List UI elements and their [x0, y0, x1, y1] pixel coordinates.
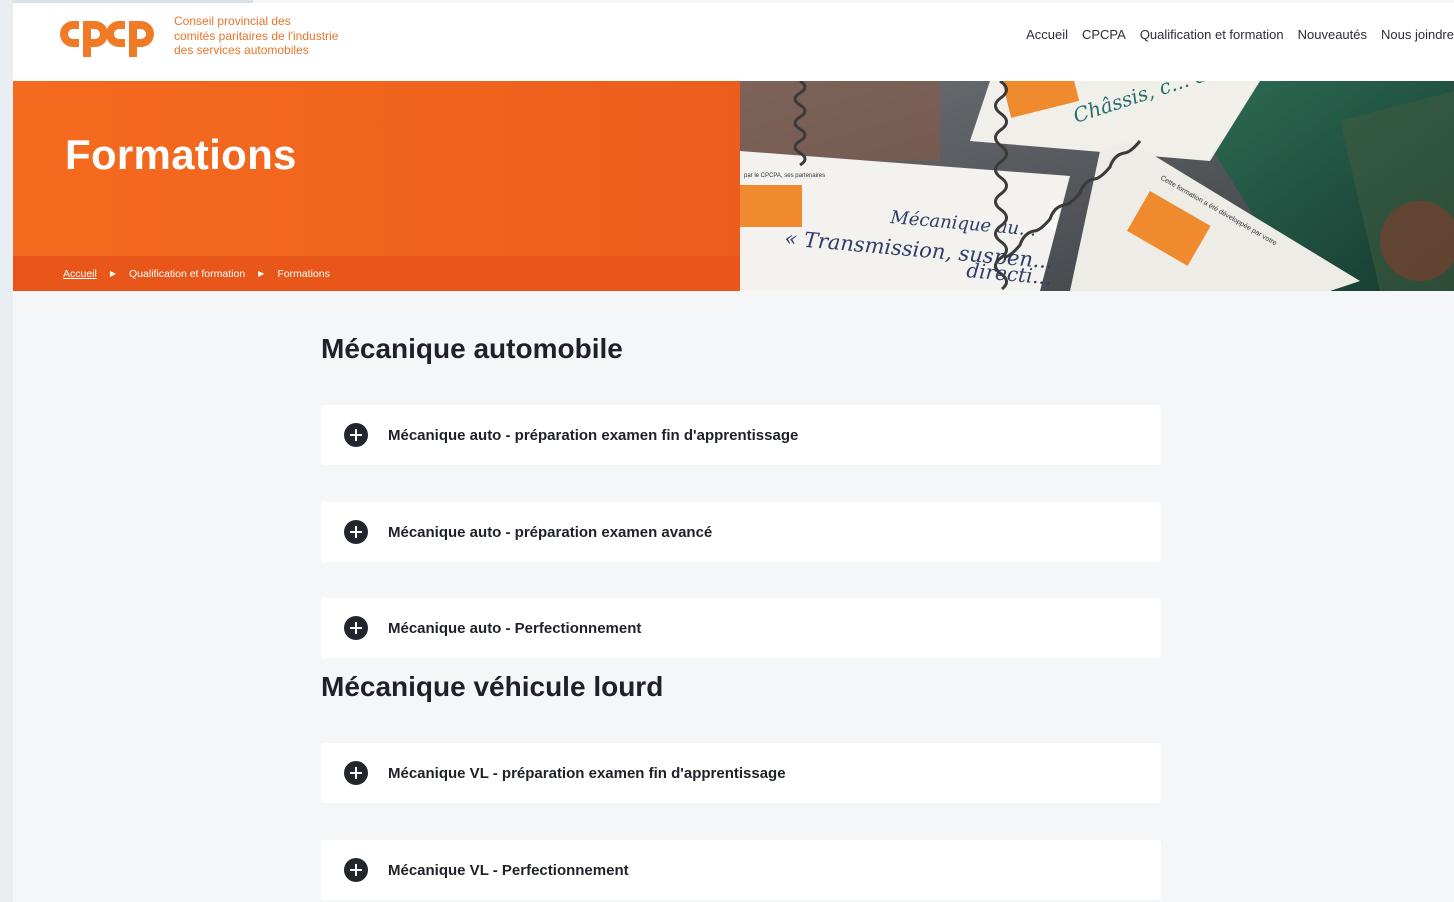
site-header: cpcpa Conseil provincial des comités par…	[13, 3, 1454, 81]
plus-circle-icon[interactable]	[344, 761, 368, 785]
nav-cpcpa[interactable]: CPCPA	[1082, 27, 1126, 42]
page-title: Formations	[65, 131, 297, 178]
org-name: Conseil provincial des comités paritaire…	[174, 14, 338, 58]
accordion-label[interactable]: Mécanique auto - préparation examen fin …	[388, 427, 798, 444]
main-nav: Accueil CPCPA Qualification et formation…	[1026, 27, 1454, 42]
section-title-mecanique-vehicule-lourd: Mécanique véhicule lourd	[321, 671, 664, 702]
nav-nouveautes[interactable]: Nouveautés	[1298, 27, 1367, 42]
accordion-label[interactable]: Mécanique auto - préparation examen avan…	[388, 524, 712, 541]
section-title-mecanique-automobile: Mécanique automobile	[321, 333, 623, 364]
accordion-item[interactable]: Mécanique auto - préparation examen avan…	[321, 502, 1161, 562]
hero-banner: Formations Accueil ▶ Qualification et fo…	[13, 81, 1454, 291]
breadcrumb-arrow-icon: ▶	[258, 269, 265, 278]
book-small-note: par le CPCPA, ses partenaires	[744, 173, 825, 179]
nav-accueil[interactable]: Accueil	[1026, 27, 1068, 42]
accordion-label[interactable]: Mécanique VL - préparation examen fin d'…	[388, 765, 786, 782]
breadcrumb-level1[interactable]: Qualification et formation	[129, 268, 245, 280]
breadcrumb-arrow-icon: ▶	[109, 269, 117, 278]
accordion-label[interactable]: Mécanique auto - Perfectionnement	[388, 620, 641, 637]
nav-qualification-formation[interactable]: Qualification et formation	[1140, 27, 1284, 42]
nav-nous-joindre[interactable]: Nous joindre	[1381, 27, 1454, 42]
plus-circle-icon[interactable]	[344, 423, 368, 447]
accordion-label[interactable]: Mécanique VL - Perfectionnement	[388, 862, 629, 879]
breadcrumb-current: Formations	[277, 267, 330, 280]
org-name-line: comités paritaires de l'industrie	[174, 28, 339, 43]
hero-orange-panel: Formations Accueil ▶ Qualification et fo…	[13, 81, 740, 291]
plus-circle-icon[interactable]	[344, 520, 368, 544]
accordion-item[interactable]: Mécanique VL - préparation examen fin d'…	[321, 743, 1161, 803]
accordion-item[interactable]: Mécanique VL - Perfectionnement	[321, 840, 1161, 900]
breadcrumb: Accueil ▶ Qualification et formation ▶ F…	[13, 256, 740, 291]
accordion-item[interactable]: Mécanique auto - préparation examen fin …	[321, 405, 1161, 465]
cpcpa-logo[interactable]: cpcpa	[59, 15, 155, 59]
hero-photo-training-manuals: par le CPCPA, ses partenaires Mécanique …	[740, 81, 1454, 291]
accordion-item[interactable]: Mécanique auto - Perfectionnement	[321, 598, 1161, 658]
plus-circle-icon[interactable]	[344, 616, 368, 640]
manuals-illustration: par le CPCPA, ses partenaires Mécanique …	[740, 81, 1454, 291]
plus-circle-icon[interactable]	[344, 858, 368, 882]
page: cpcpa Conseil provincial des comités par…	[13, 0, 1454, 902]
org-name-line: Conseil provincial des	[174, 14, 291, 28]
breadcrumb-home[interactable]: Accueil	[63, 268, 97, 280]
org-name-line: des services automobiles	[174, 43, 309, 57]
